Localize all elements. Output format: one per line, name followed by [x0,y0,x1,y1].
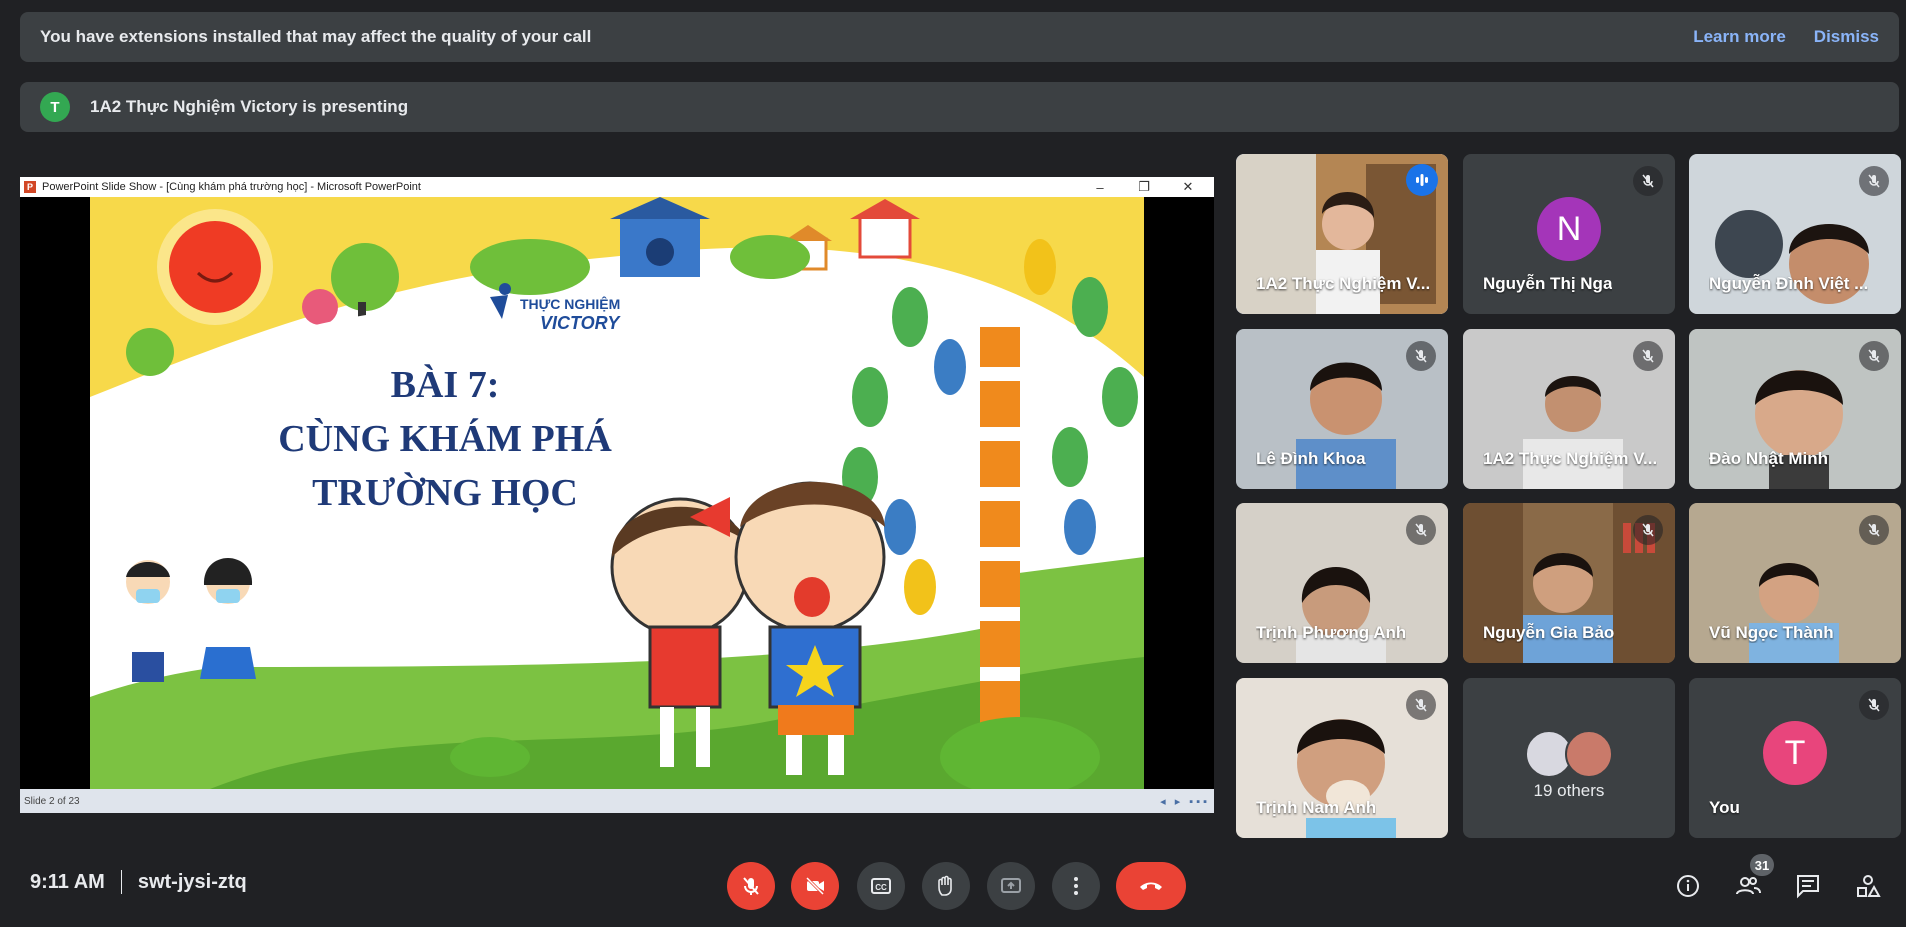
slide-canvas: THỰC NGHIỆM VICTORY BÀI 7: CÙNG KHÁM PHÁ… [90,197,1144,789]
others-avatars [1525,730,1613,778]
ppt-window-title: PowerPoint Slide Show - [Cùng khám phá t… [42,181,421,193]
slide-title-line3: TRƯỜNG HỌC [312,472,578,514]
slide-illustration: THỰC NGHIỆM VICTORY BÀI 7: CÙNG KHÁM PHÁ… [90,197,1144,789]
participant-tile[interactable]: N Nguyễn Thị Nga [1463,154,1675,314]
camera-toggle-button[interactable] [791,862,839,910]
logo-line2: VICTORY [540,313,621,333]
participant-tile[interactable]: Nguyễn Đình Việt ... [1689,154,1901,314]
participant-tile[interactable]: Lê Đình Khoa [1236,329,1448,489]
speaking-indicator-icon [1406,164,1438,196]
meeting-details-button[interactable] [1668,866,1708,906]
participant-tile[interactable]: Trịnh Nam Anh [1236,678,1448,838]
participant-tile[interactable]: Trịnh Phương Anh [1236,503,1448,663]
powerpoint-icon: P [24,181,36,193]
mic-off-icon [1859,341,1889,371]
more-vert-icon [1074,877,1078,895]
others-tile[interactable]: 19 others [1463,678,1675,838]
participant-tile[interactable]: Vũ Ngọc Thành [1689,503,1901,663]
participant-avatar: T [1763,721,1827,786]
ppt-titlebar: P PowerPoint Slide Show - [Cùng khám phá… [20,177,1214,197]
close-icon: ✕ [1182,179,1194,194]
participant-name: Nguyễn Đình Việt ... [1709,274,1869,293]
shared-presentation[interactable]: P PowerPoint Slide Show - [Cùng khám phá… [20,177,1214,813]
mic-off-icon [1633,341,1663,371]
divider [120,870,122,894]
hang-up-icon [1140,882,1162,890]
slide-counter: Slide 2 of 23 [24,795,80,807]
participant-name: Nguyễn Thị Nga [1483,274,1613,293]
raise-hand-button[interactable] [922,862,970,910]
sun-icon [157,209,273,325]
mic-off-icon [1633,515,1663,545]
meeting-code: swt-jysi-ztq [137,870,247,893]
camera-off-icon [805,876,825,896]
mic-off-icon [1406,690,1436,720]
present-button[interactable] [987,862,1035,910]
banner-message: You have extensions installed that may a… [40,27,592,46]
learn-more-link[interactable]: Learn more [1693,27,1786,47]
more-options-button[interactable] [1052,862,1100,910]
participant-avatar: N [1537,197,1601,262]
restore-icon: ❐ [1138,179,1150,194]
svg-text:CC: CC [875,883,887,892]
mic-off-icon [743,877,759,895]
participant-name: Đào Nhật Minh [1709,449,1828,468]
logo-line1: THỰC NGHIỆM [520,295,620,312]
info-icon [1677,875,1699,897]
participant-name: Trịnh Phương Anh [1256,623,1407,642]
activities-button[interactable] [1848,866,1888,906]
self-tile[interactable]: T You [1689,678,1901,838]
mic-off-icon [1859,515,1889,545]
slide-title-line2: CÙNG KHÁM PHÁ [278,418,612,460]
leave-call-button[interactable] [1116,862,1186,910]
extensions-banner: You have extensions installed that may a… [20,12,1899,62]
people-icon [1736,877,1761,895]
mic-off-icon [1406,341,1436,371]
slide-title-line1: BÀI 7: [391,364,500,406]
mic-off-icon [1859,166,1889,196]
mic-off-icon [1633,166,1663,196]
presenting-bar: T 1A2 Thực Nghiệm Victory is presenting [20,82,1899,132]
hand-icon [938,875,952,896]
chat-button[interactable] [1788,866,1828,906]
activities-icon [1857,875,1881,897]
participant-count-badge: 31 [1750,854,1774,876]
participant-tile[interactable]: Đào Nhật Minh [1689,329,1901,489]
ppt-statusbar: Slide 2 of 23 ◂ ▸ ▪▪▪ [20,789,1214,813]
participant-name: Lê Đình Khoa [1256,449,1366,468]
ppt-view-icons: ◂ ▸ ▪▪▪ [1160,795,1210,808]
minimize-icon: – [1096,179,1104,195]
captions-icon: CC [871,878,891,894]
people-button[interactable]: 31 [1728,854,1774,906]
participant-name: 1A2 Thực Nghiệm V... [1256,274,1431,293]
participant-name: You [1709,798,1740,817]
participant-name: 1A2 Thực Nghiệm V... [1483,449,1658,468]
presenter-avatar: T [40,92,70,122]
participant-name: Nguyễn Gia Bảo [1483,623,1615,642]
mic-off-icon [1406,515,1436,545]
participant-tile[interactable]: 1A2 Thực Nghiệm V... [1463,329,1675,489]
avatar [1565,730,1613,778]
participant-tile[interactable]: Nguyễn Gia Bảo [1463,503,1675,663]
dismiss-button[interactable]: Dismiss [1814,27,1879,47]
captions-button[interactable]: CC [857,862,905,910]
participant-name: Vũ Ngọc Thành [1709,623,1834,642]
meeting-info: 9:11 AM swt-jysi-ztq [30,870,247,894]
chat-icon [1797,875,1819,899]
mic-toggle-button[interactable] [727,862,775,910]
presenting-text: 1A2 Thực Nghiệm Victory is presenting [90,97,409,116]
meeting-time: 9:11 AM [30,870,105,893]
others-count: 19 others [1533,781,1605,800]
participant-name: Trịnh Nam Anh [1256,798,1377,817]
participant-tile[interactable]: 1A2 Thực Nghiệm V... [1236,154,1448,314]
present-icon [1001,878,1021,893]
mic-off-icon [1859,690,1889,720]
